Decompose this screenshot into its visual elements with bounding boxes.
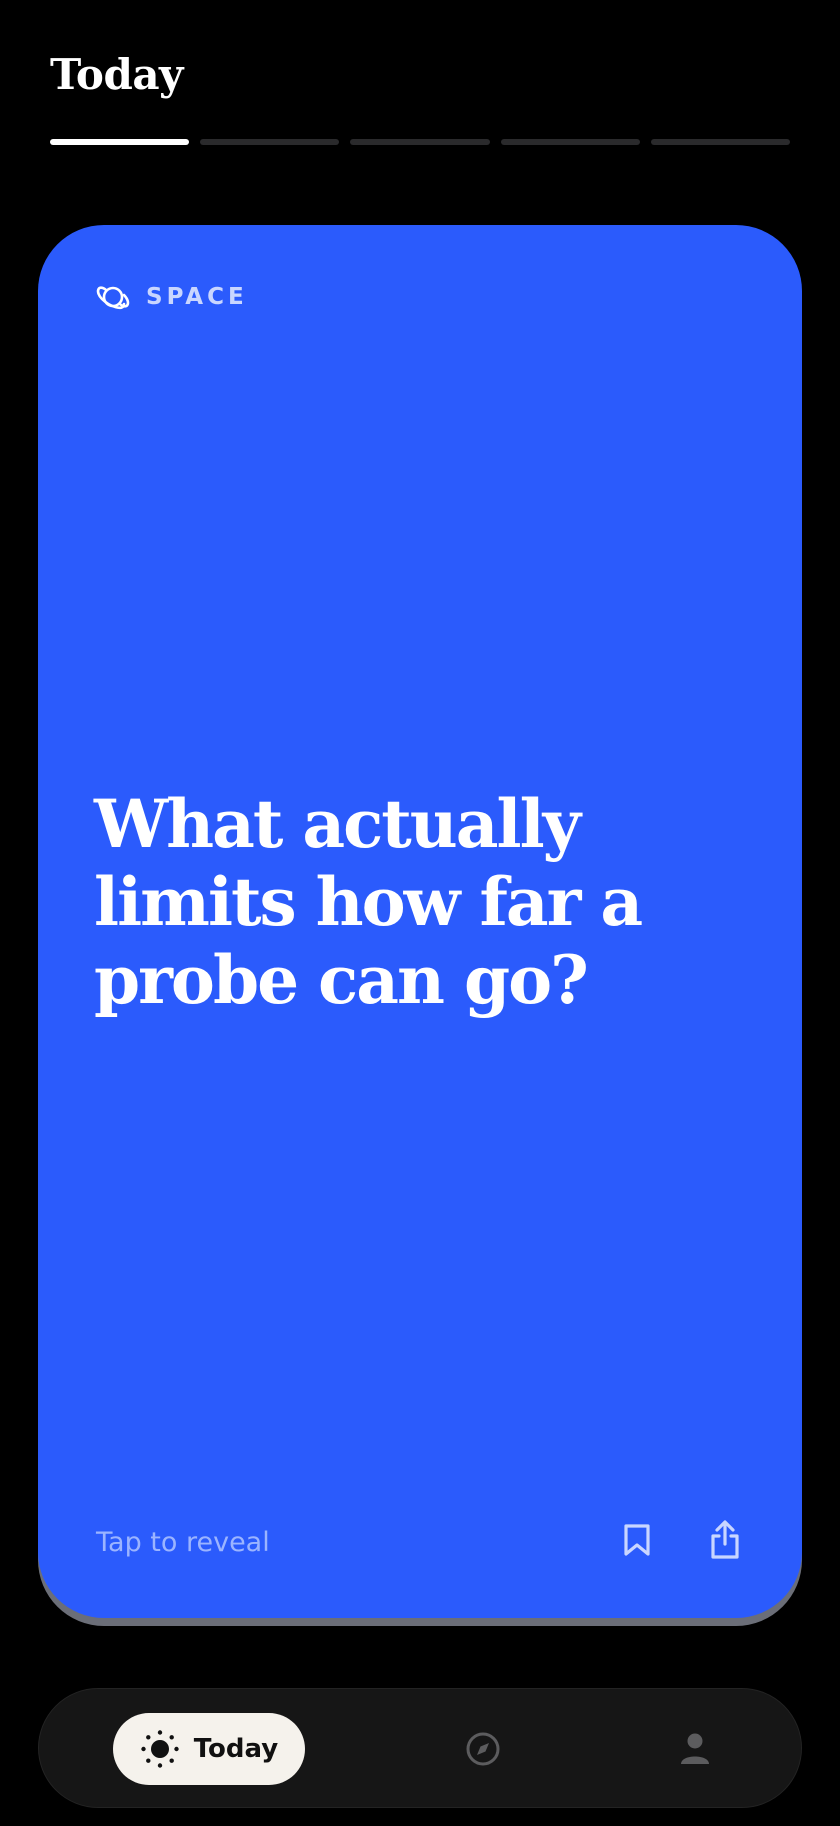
- compass-icon: [466, 1732, 500, 1766]
- question-card[interactable]: SPACE What actually limits how far a pro…: [38, 225, 802, 1618]
- progress-segment-1: [50, 139, 190, 145]
- category-tag: SPACE: [96, 280, 248, 314]
- nav-profile-tab[interactable]: [675, 1729, 715, 1769]
- share-icon: [711, 1520, 739, 1559]
- question-text: What actually limits how far a probe can…: [94, 785, 643, 1019]
- nav-today-label: Today: [193, 1734, 279, 1764]
- tap-to-reveal[interactable]: Tap to reveal: [96, 1527, 270, 1558]
- progress-segment-3: [350, 139, 490, 145]
- bottom-nav: Today: [38, 1688, 802, 1808]
- sun-icon: [141, 1730, 179, 1768]
- person-icon: [681, 1733, 709, 1764]
- progress-segment-5: [650, 139, 791, 145]
- story-progress: [50, 139, 791, 145]
- share-button[interactable]: [700, 1515, 750, 1565]
- progress-segment-2: [200, 139, 340, 145]
- bookmark-button[interactable]: [612, 1515, 662, 1565]
- progress-segment-4: [500, 139, 640, 145]
- nav-today-tab[interactable]: Today: [113, 1713, 305, 1785]
- planet-icon: [96, 280, 130, 314]
- page-title: Today: [50, 50, 183, 99]
- category-label: SPACE: [146, 284, 248, 310]
- nav-explore-tab[interactable]: [463, 1729, 503, 1769]
- bookmark-icon: [624, 1524, 650, 1556]
